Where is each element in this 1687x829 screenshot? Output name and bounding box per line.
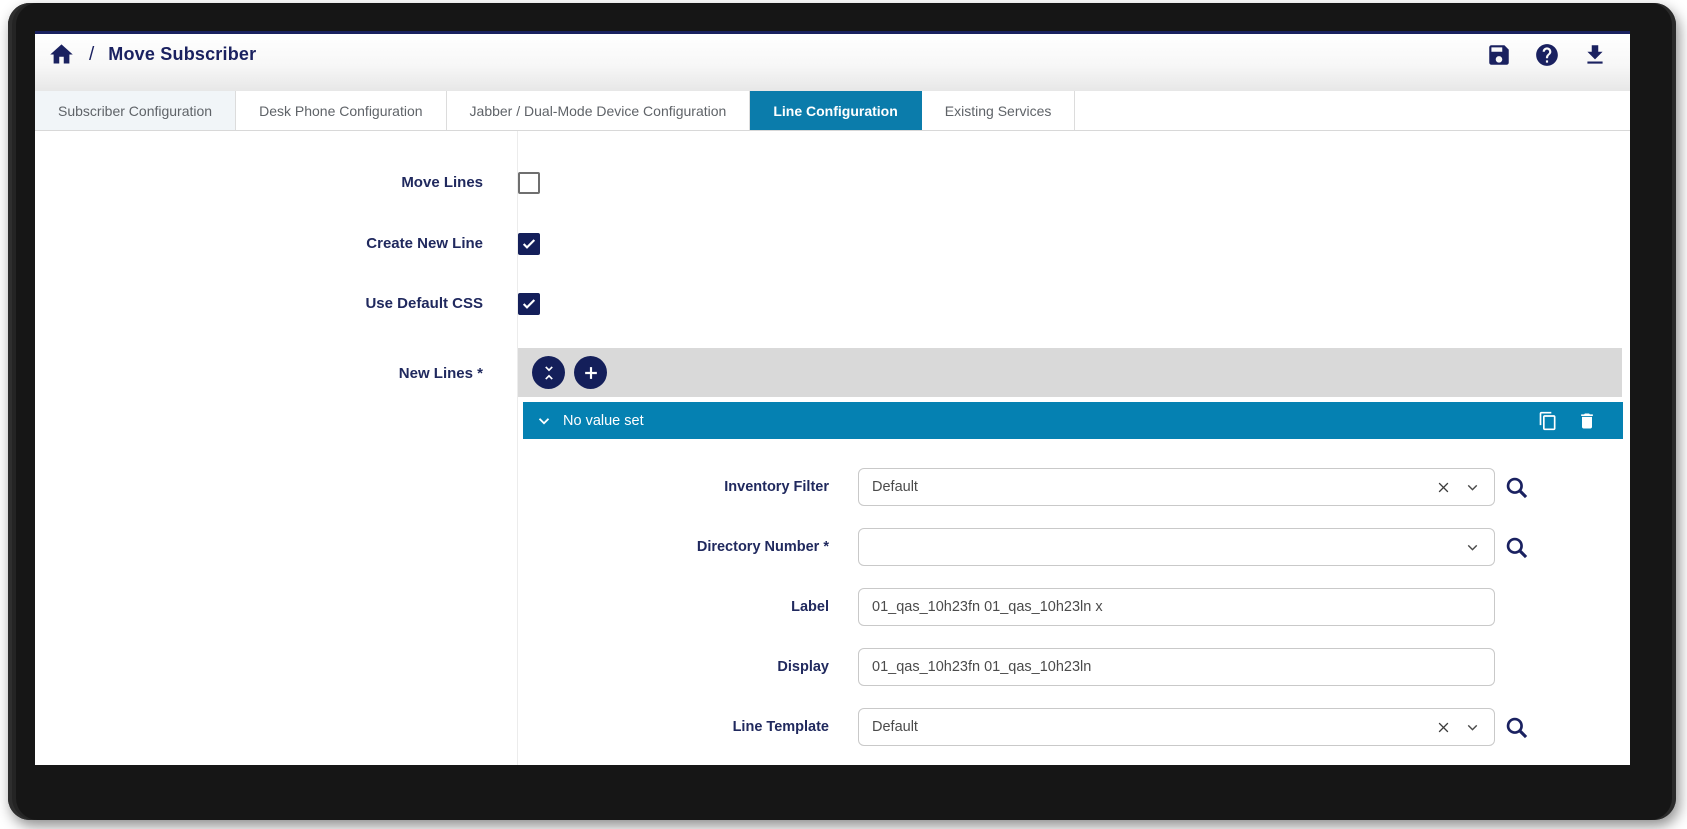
clear-button[interactable] bbox=[1436, 480, 1451, 495]
tab-label: Existing Services bbox=[944, 102, 1052, 119]
use-default-css-label: Use Default CSS bbox=[365, 295, 483, 312]
add-line-button[interactable] bbox=[574, 356, 607, 389]
collapse-all-button[interactable] bbox=[532, 356, 565, 389]
trash-icon bbox=[1581, 413, 1593, 428]
save-icon bbox=[1488, 44, 1509, 65]
tab-existing-services[interactable]: Existing Services bbox=[922, 91, 1076, 130]
tab-label: Desk Phone Configuration bbox=[259, 102, 423, 119]
delete-line-button[interactable] bbox=[1577, 411, 1597, 431]
line-template-input[interactable] bbox=[872, 719, 1423, 735]
line-item-actions bbox=[1538, 411, 1597, 431]
inventory-filter-search-button[interactable] bbox=[1503, 474, 1530, 501]
label-input[interactable] bbox=[872, 599, 1481, 615]
display-field-label: Display bbox=[777, 659, 829, 675]
search-icon bbox=[1506, 717, 1528, 739]
directory-number-label: Directory Number * bbox=[696, 539, 829, 555]
help-button[interactable] bbox=[1533, 41, 1560, 68]
dropdown-toggle[interactable] bbox=[1464, 719, 1481, 736]
line-item-header[interactable]: No value set bbox=[523, 402, 1623, 439]
tab-label: Jabber / Dual-Mode Device Configuration bbox=[469, 102, 727, 119]
line-configuration-panel: Move Lines Create New Line Use Default C… bbox=[35, 131, 1630, 765]
chevron-down-icon bbox=[1467, 544, 1478, 551]
label-field-label: Label bbox=[791, 599, 829, 615]
download-button[interactable] bbox=[1581, 41, 1608, 68]
tab-jabber-dual-mode-device-configuration[interactable]: Jabber / Dual-Mode Device Configuration bbox=[447, 91, 751, 130]
chevron-down-icon bbox=[538, 417, 550, 425]
device-frame: / Move Subscriber Subscriber Configurati… bbox=[8, 3, 1676, 820]
save-button[interactable] bbox=[1485, 41, 1512, 68]
create-new-line-checkbox[interactable] bbox=[518, 233, 540, 255]
inventory-filter-select[interactable] bbox=[858, 468, 1495, 506]
chevron-down-icon bbox=[1467, 484, 1478, 491]
app-window: / Move Subscriber Subscriber Configurati… bbox=[35, 31, 1630, 765]
home-icon[interactable] bbox=[48, 41, 75, 68]
label-field[interactable] bbox=[858, 588, 1495, 626]
directory-number-input[interactable] bbox=[872, 539, 1451, 555]
breadcrumb-separator: / bbox=[89, 43, 95, 65]
new-lines-toolbar bbox=[518, 348, 1622, 397]
help-icon bbox=[1535, 43, 1558, 66]
move-lines-checkbox[interactable] bbox=[518, 172, 540, 194]
form-column-divider bbox=[517, 131, 518, 765]
line-template-search-button[interactable] bbox=[1503, 714, 1530, 741]
move-lines-label: Move Lines bbox=[401, 174, 483, 191]
tab-bar: Subscriber Configuration Desk Phone Conf… bbox=[35, 91, 1630, 131]
tab-label: Line Configuration bbox=[773, 102, 898, 119]
copy-icon bbox=[1539, 411, 1556, 430]
display-field[interactable] bbox=[858, 648, 1495, 686]
new-lines-label: New Lines * bbox=[398, 365, 483, 382]
create-new-line-label: Create New Line bbox=[366, 235, 483, 252]
dropdown-toggle[interactable] bbox=[1464, 479, 1481, 496]
tab-label: Subscriber Configuration bbox=[58, 102, 213, 119]
search-icon bbox=[1506, 477, 1528, 499]
dropdown-toggle[interactable] bbox=[1464, 539, 1481, 556]
duplicate-line-button[interactable] bbox=[1538, 411, 1558, 431]
page-title: Move Subscriber bbox=[108, 44, 257, 64]
collapse-icon bbox=[544, 365, 553, 380]
display-input[interactable] bbox=[872, 659, 1481, 675]
header-actions bbox=[1485, 41, 1608, 68]
chevron-down-icon bbox=[1467, 724, 1478, 731]
line-item-title: No value set bbox=[563, 412, 644, 429]
directory-number-search-button[interactable] bbox=[1503, 534, 1530, 561]
plus-icon bbox=[584, 366, 597, 379]
line-template-label: Line Template bbox=[732, 719, 829, 735]
breadcrumb: / Move Subscriber bbox=[48, 41, 256, 68]
line-template-select[interactable] bbox=[858, 708, 1495, 746]
tab-desk-phone-configuration[interactable]: Desk Phone Configuration bbox=[236, 91, 447, 130]
inventory-filter-input[interactable] bbox=[872, 479, 1423, 495]
download-icon bbox=[1586, 44, 1603, 64]
clear-button[interactable] bbox=[1436, 720, 1451, 735]
check-icon bbox=[522, 299, 536, 309]
tab-subscriber-configuration[interactable]: Subscriber Configuration bbox=[35, 91, 237, 130]
inventory-filter-label: Inventory Filter bbox=[724, 479, 829, 495]
tab-line-configuration[interactable]: Line Configuration bbox=[750, 91, 922, 130]
directory-number-select[interactable] bbox=[858, 528, 1495, 566]
check-icon bbox=[522, 239, 536, 249]
use-default-css-checkbox[interactable] bbox=[518, 293, 540, 315]
search-icon bbox=[1506, 537, 1528, 559]
app-header: / Move Subscriber bbox=[35, 34, 1630, 91]
